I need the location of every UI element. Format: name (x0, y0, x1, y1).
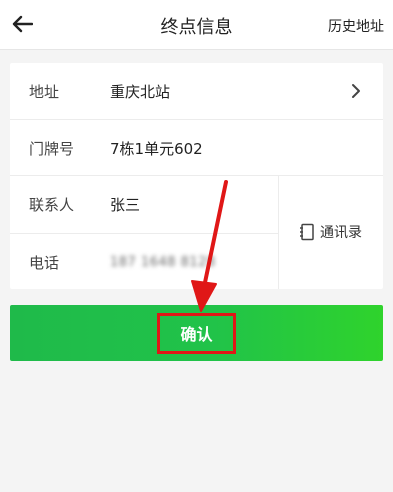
door-number-value: 7栋1单元602 (110, 139, 203, 158)
door-number-row[interactable]: 门牌号 7栋1单元602 (10, 120, 383, 176)
phone-value: 187 1648 8128 (110, 254, 216, 270)
confirm-button[interactable]: 确认 (10, 305, 383, 361)
top-bar: 终点信息 历史地址 (0, 0, 393, 50)
contact-label: 联系人 (29, 195, 75, 214)
door-number-label: 门牌号 (29, 139, 75, 158)
address-value: 重庆北站 (110, 82, 171, 101)
address-label: 地址 (29, 82, 60, 101)
chevron-right-icon (352, 84, 360, 98)
contact-row[interactable]: 联系人 张三 (10, 176, 278, 232)
contacts-book-button[interactable]: 通讯录 (278, 175, 383, 289)
contact-value: 张三 (110, 195, 141, 214)
phone-row[interactable]: 电话 187 1648 8128 (10, 234, 278, 290)
history-address-link[interactable]: 历史地址 (328, 16, 384, 36)
address-row[interactable]: 地址 重庆北站 (10, 63, 383, 119)
destination-form-card: 地址 重庆北站 门牌号 7栋1单元602 联系人 张三 电话 187 1648 … (10, 63, 383, 289)
contacts-book-icon (300, 223, 314, 241)
confirm-label: 确认 (157, 312, 236, 354)
phone-label: 电话 (29, 253, 60, 272)
contacts-book-label: 通讯录 (320, 225, 362, 241)
